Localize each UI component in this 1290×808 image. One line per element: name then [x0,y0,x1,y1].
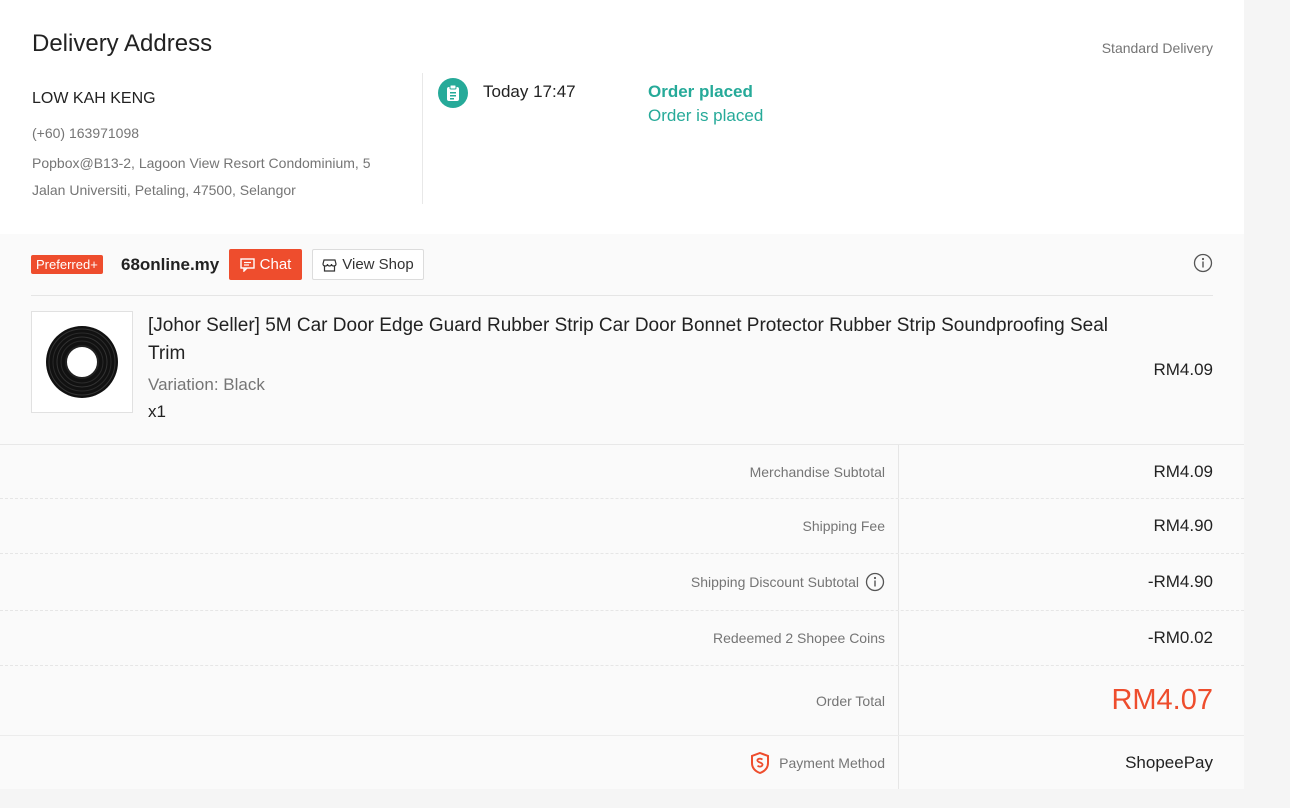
recipient-phone: (+60) 163971098 [32,125,140,141]
payment-method-row: Payment Method ShopeePay [0,735,1244,789]
clipboard-icon [438,78,468,108]
merchandise-subtotal-label: Merchandise Subtotal [0,445,899,498]
product-name[interactable]: [Johor Seller] 5M Car Door Edge Guard Ru… [148,312,1108,368]
shopeepay-shield-icon [751,751,770,774]
summary-row-merchandise: Merchandise Subtotal RM4.09 [0,445,1244,499]
chat-button[interactable]: Chat [229,249,302,280]
tracking-time: Today 17:47 [483,82,576,101]
shipping-discount-value: -RM4.90 [1147,572,1213,591]
view-shop-button-label: View Shop [342,256,414,273]
shipping-discount-label-wrap: Shipping Discount Subtotal [0,554,899,610]
summary-row-coins: Redeemed 2 Shopee Coins -RM0.02 [0,611,1244,666]
shop-icon [322,258,337,272]
preferred-plus-badge: Preferred+ [31,255,103,274]
delivery-address-title: Delivery Address [32,30,213,57]
coins-label: Redeemed 2 Shopee Coins [0,611,899,665]
payment-method-label: Payment Method [779,754,885,771]
info-icon[interactable] [865,572,885,592]
summary-row-shipping: Shipping Fee RM4.90 [0,499,1244,554]
summary-row-shipping-discount: Shipping Discount Subtotal -RM4.90 [0,554,1244,611]
chat-button-label: Chat [259,256,292,273]
shipping-discount-label: Shipping Discount Subtotal [690,574,859,590]
recipient-address: Popbox@B13-2, Lagoon View Resort Condomi… [32,155,371,198]
order-detail-page: Delivery Address Standard Delivery LOW K… [0,0,1244,808]
info-icon[interactable] [1193,253,1213,273]
shop-divider [31,295,1213,296]
chat-icon [239,257,255,272]
order-summary: Merchandise Subtotal RM4.09 Shipping Fee… [0,444,1244,735]
view-shop-button[interactable]: View Shop [312,249,424,280]
vertical-divider [422,73,423,204]
order-total-value: RM4.07 [1111,684,1213,716]
product-thumbnail[interactable] [31,311,133,413]
recipient-name: LOW KAH KENG [32,90,156,107]
merchandise-subtotal-value: RM4.09 [1153,461,1213,481]
tracking-status: Order placed [648,82,753,101]
delivery-type: Standard Delivery [1101,40,1213,56]
product-price: RM4.09 [1153,360,1213,379]
order-total-label: Order Total [0,666,899,735]
shop-order-card: Preferred+ 68online.my Chat View Shop [J… [0,234,1244,444]
coins-value: -RM0.02 [1147,628,1213,647]
shop-name[interactable]: 68online.my [121,255,219,275]
delivery-address-card: Delivery Address Standard Delivery LOW K… [0,0,1244,234]
shipping-fee-value: RM4.90 [1153,516,1213,535]
tracking-description: Order is placed [648,106,764,125]
shipping-fee-label: Shipping Fee [0,499,899,553]
summary-row-total: Order Total RM4.07 [0,666,1244,735]
payment-method-value: ShopeePay [1125,752,1213,772]
product-quantity: x1 [148,402,166,421]
product-variation: Variation: Black [148,375,265,394]
payment-method-label-wrap: Payment Method [0,736,899,789]
